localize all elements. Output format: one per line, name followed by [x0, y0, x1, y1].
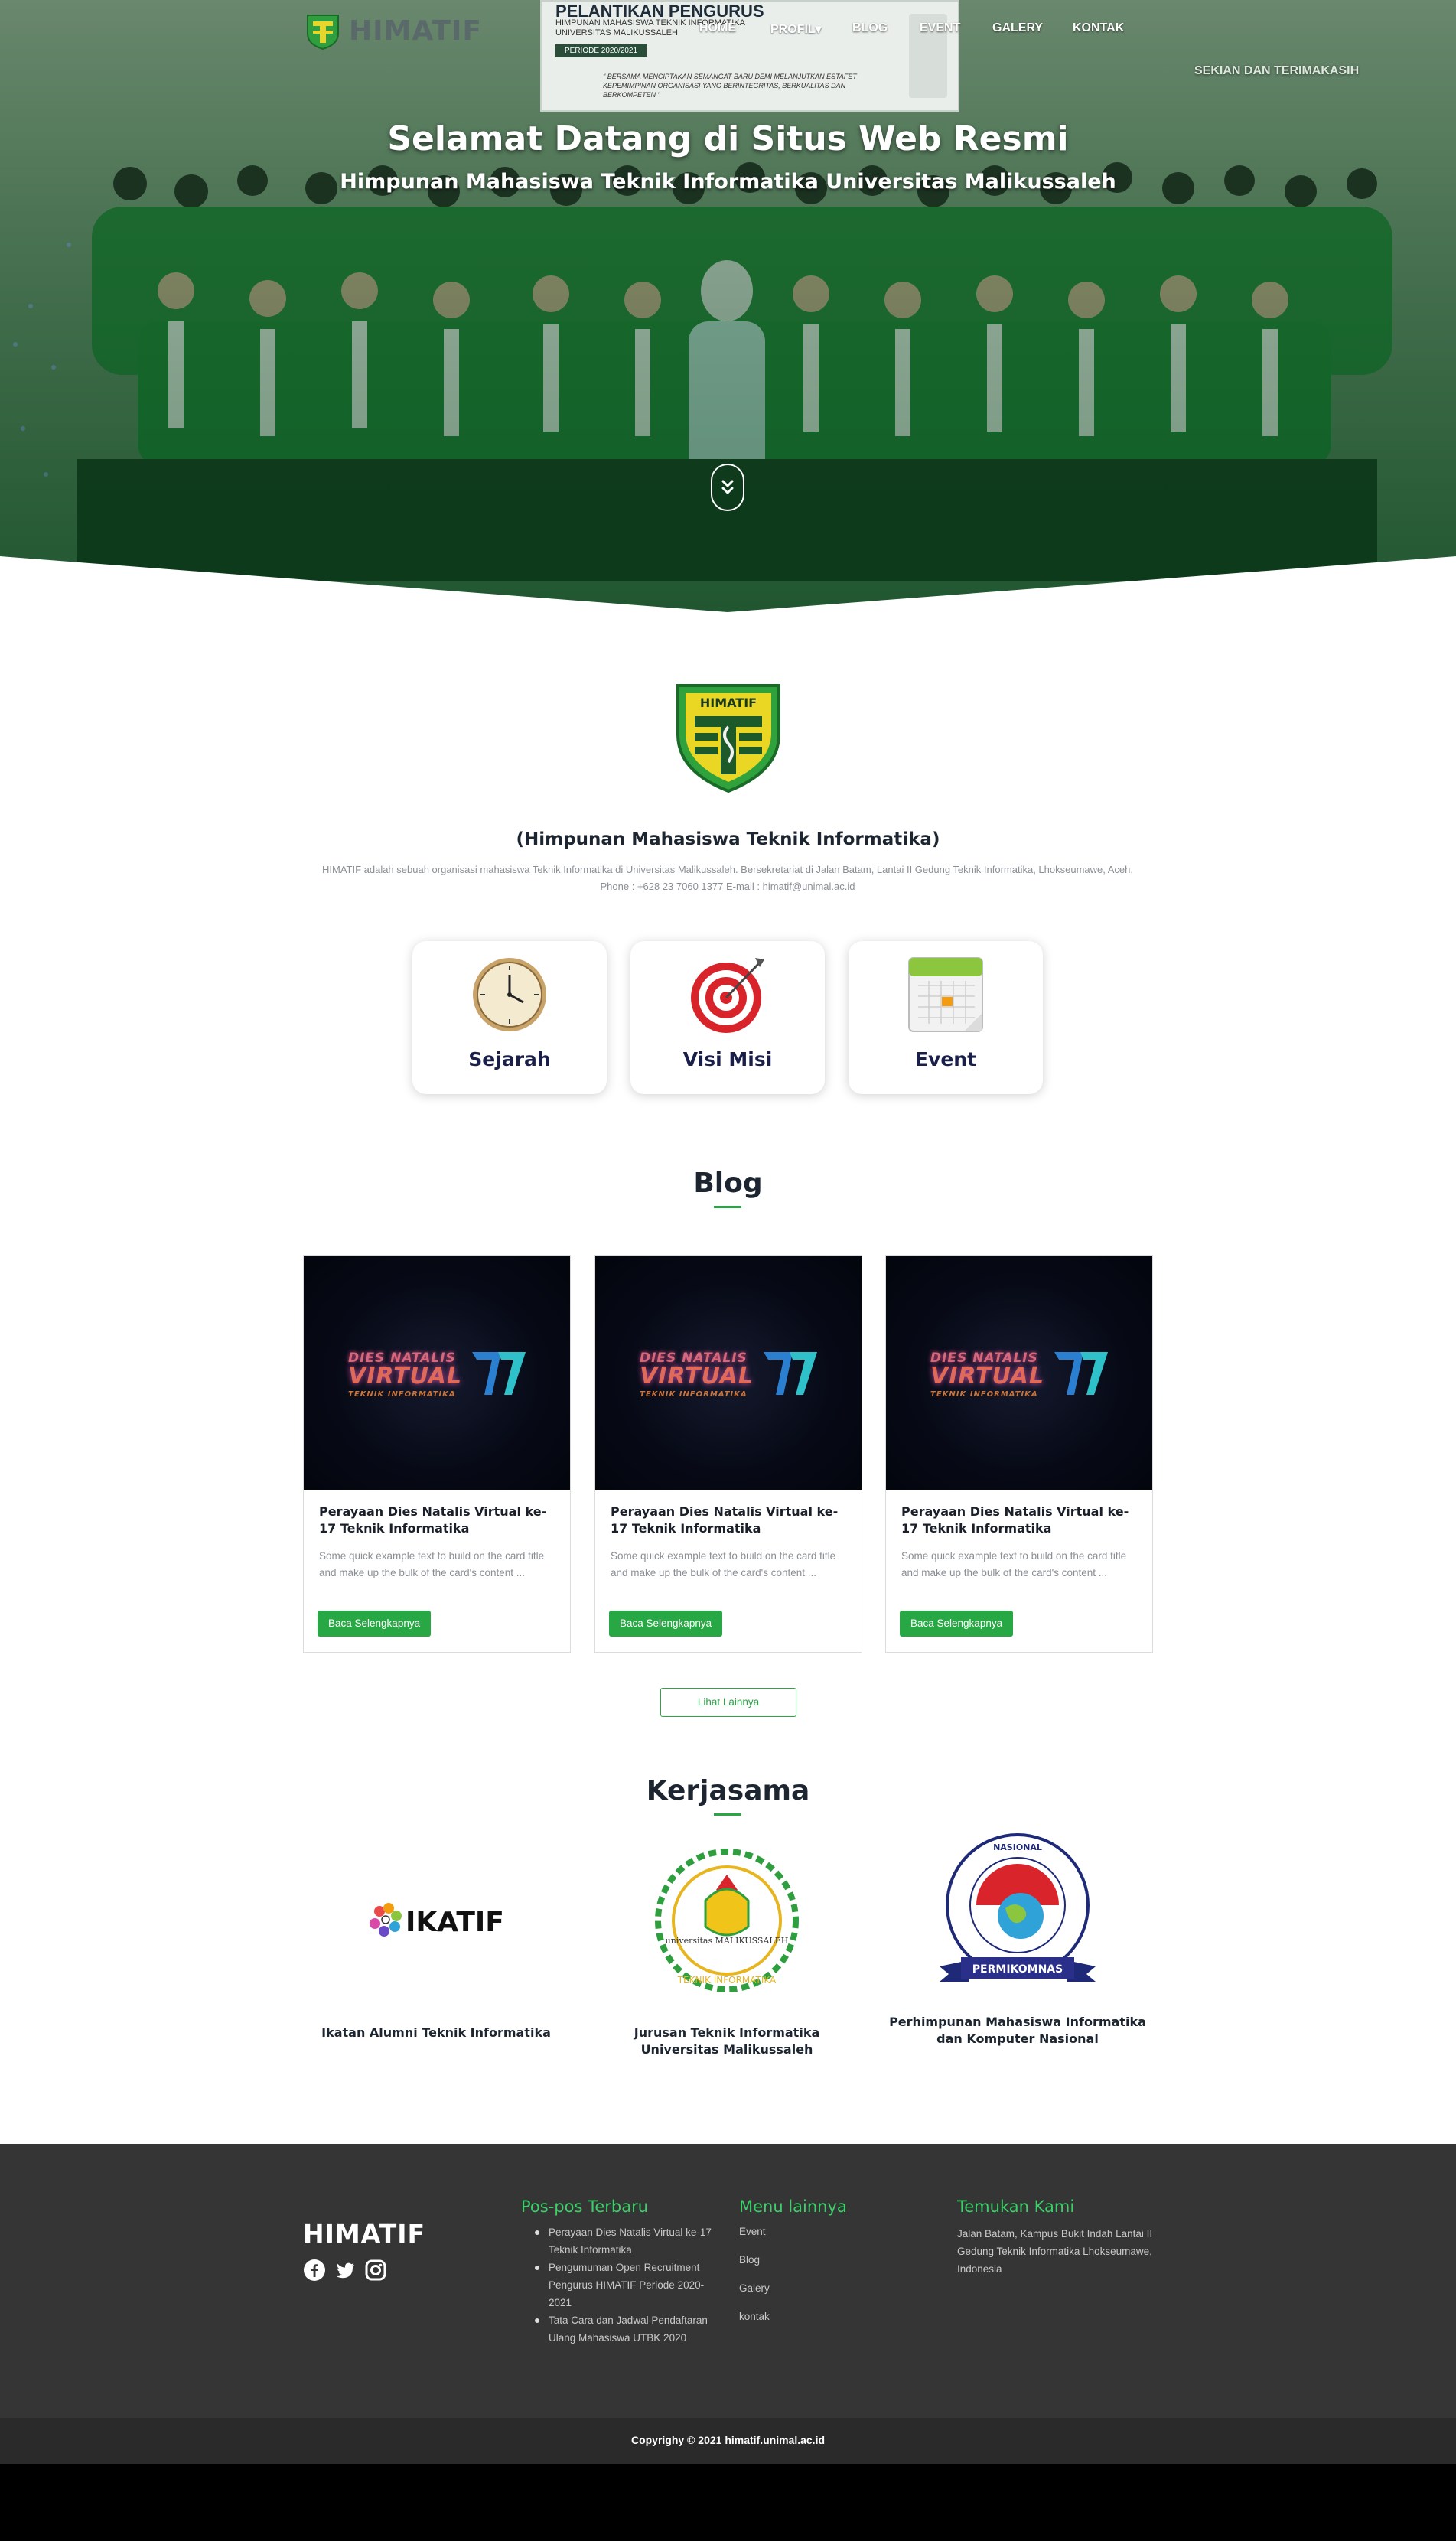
blog-card-thumbnail[interactable]: DIES NATALIS VIRTUAL TEKNIK INFORMATIKA — [304, 1256, 570, 1490]
partner-name-permikomnas: Perhimpunan Mahasiswa Informatika dan Ko… — [889, 2015, 1146, 2046]
blog-card: DIES NATALIS VIRTUAL TEKNIK INFORMATIKA … — [885, 1255, 1153, 1653]
footer-post-item[interactable]: Perayaan Dies Natalis Virtual ke-17 Tekn… — [530, 2223, 714, 2259]
blog-card-text: Some quick example text to build on the … — [611, 1550, 836, 1578]
footer-post-item[interactable]: Tata Cara dan Jadwal Pendaftaran Ulang M… — [530, 2311, 714, 2347]
page: PELANTIKAN PENGURUS HIMPUNAN MAHASISWA T… — [0, 0, 1456, 2464]
banner-period: PERIODE 2020/2021 — [555, 44, 647, 57]
partners-title-underline — [714, 1813, 741, 1816]
footer-posts-title: Pos-pos Terbaru — [521, 2197, 649, 2216]
footer-posts-list: Perayaan Dies Natalis Virtual ke-17 Tekn… — [530, 2223, 714, 2347]
brand-name: HIMATIF — [349, 15, 482, 47]
hero-bottom-curve — [0, 556, 1456, 612]
permikomnas-ring-text: NASIONAL — [993, 1842, 1042, 1852]
footer-contact-title: Temukan Kami — [957, 2197, 1075, 2216]
hero-section: PELANTIKAN PENGURUS HIMPUNAN MAHASISWA T… — [0, 0, 1456, 612]
banner-motto: " BERSAMA MENCIPTAKAN SEMANGAT BARU DEMI… — [603, 73, 857, 99]
footer-brand: HIMATIF — [303, 2219, 426, 2249]
footer-social-links — [303, 2259, 387, 2282]
blog-card-text: Some quick example text to build on the … — [319, 1550, 545, 1578]
partner-name-unimal: Jurusan Teknik Informatika Universitas M… — [634, 2025, 820, 2057]
blog-card-title[interactable]: Perayaan Dies Natalis Virtual ke-17 Tekn… — [901, 1503, 1138, 1537]
read-more-button[interactable]: Baca Selengkapnya — [609, 1611, 723, 1637]
thumb-line3: TEKNIK INFORMATIKA — [930, 1390, 1038, 1399]
footer-address: Jalan Batam, Kampus Bukit Indah Lantai I… — [957, 2228, 1153, 2275]
blog-card-thumbnail[interactable]: DIES NATALIS VIRTUAL TEKNIK INFORMATIKA — [886, 1256, 1152, 1490]
read-more-button[interactable]: Baca Selengkapnya — [900, 1611, 1014, 1637]
about-title: (Himpunan Mahasiswa Teknik Informatika) — [516, 829, 940, 849]
blog-card: DIES NATALIS VIRTUAL TEKNIK INFORMATIKA … — [303, 1255, 571, 1653]
blog-section-title: Blog — [693, 1168, 763, 1199]
thumb-line2: VIRTUAL — [348, 1363, 462, 1389]
scroll-down-button[interactable] — [711, 464, 744, 511]
footer-menu-event[interactable]: Event — [739, 2217, 770, 2246]
nav-blog[interactable]: BLOG — [852, 21, 888, 35]
unimal-logo: universitas MALIKUSSALEH TEKNIK INFORMAT… — [655, 1849, 799, 1992]
ikatif-logo-text: IKATIF — [406, 1907, 504, 1938]
hero-sekian-text: SEKIAN DAN TERIMAKASIH — [1194, 64, 1360, 77]
unimal-logo-text: universitas MALIKUSSALEH — [666, 1936, 789, 1946]
dies-natalis-17-logo — [1054, 1352, 1108, 1395]
instagram-icon[interactable] — [364, 2259, 387, 2282]
blog-title-underline — [714, 1206, 741, 1208]
feature-label-event: Event — [914, 1048, 977, 1070]
footer-menu-kontak[interactable]: kontak — [739, 2302, 770, 2331]
target-icon — [691, 958, 764, 1033]
thumb-line3: TEKNIK INFORMATIKA — [348, 1390, 456, 1399]
event-banner: PELANTIKAN PENGURUS HIMPUNAN MAHASISWA T… — [540, 0, 959, 112]
clock-icon — [473, 958, 546, 1031]
copyright-text: Copyrighy © 2021 himatif.unimal.ac.id — [630, 2434, 826, 2446]
footer — [0, 2144, 1456, 2418]
blog-card-text: Some quick example text to build on the … — [901, 1550, 1127, 1578]
read-more-button[interactable]: Baca Selengkapnya — [318, 1611, 432, 1637]
footer-menu-blog[interactable]: Blog — [739, 2246, 770, 2274]
feature-card-event[interactable]: Event — [849, 941, 1043, 1094]
brand-logo-link[interactable]: HIMATIF — [303, 11, 482, 50]
thumb-line2: VIRTUAL — [640, 1363, 754, 1389]
blog-card-title[interactable]: Perayaan Dies Natalis Virtual ke-17 Tekn… — [611, 1503, 848, 1537]
footer-post-item[interactable]: Pengumuman Open Recruitment Pengurus HIM… — [530, 2259, 714, 2311]
dies-natalis-17-logo — [472, 1352, 526, 1395]
partner-name-ikatif: Ikatan Alumni Teknik Informatika — [321, 2025, 551, 2040]
blog-card-thumbnail[interactable]: DIES NATALIS VIRTUAL TEKNIK INFORMATIKA — [595, 1256, 862, 1490]
himatif-emblem: HIMATIF — [676, 684, 780, 793]
feature-label-visi-misi: Visi Misi — [682, 1048, 773, 1070]
thumb-line3: TEKNIK INFORMATIKA — [640, 1390, 748, 1399]
facebook-icon[interactable] — [303, 2259, 326, 2282]
nav-galery[interactable]: GALERY — [992, 21, 1043, 35]
banner-subtitle: HIMPUNAN MAHASISWA TEKNIK INFORMATIKA UN… — [555, 18, 745, 37]
blog-card-title[interactable]: Perayaan Dies Natalis Virtual ke-17 Tekn… — [319, 1503, 556, 1537]
see-more-button[interactable]: Lihat Lainnya — [660, 1688, 796, 1717]
nav-home[interactable]: HOME — [699, 21, 736, 35]
about-description: HIMATIF adalah sebuah organisasi mahasis… — [321, 864, 1133, 892]
unimal-ring-text: TEKNIK INFORMATIKA — [677, 1975, 777, 1986]
feature-card-sejarah[interactable]: Sejarah — [412, 941, 607, 1094]
footer-menu-list: Event Blog Galery kontak — [739, 2217, 770, 2331]
chevrons-down-icon — [721, 480, 734, 495]
twitter-icon[interactable] — [334, 2259, 357, 2282]
nav-kontak[interactable]: KONTAK — [1073, 21, 1124, 35]
feature-card-visi-misi[interactable]: Visi Misi — [630, 941, 825, 1094]
dies-natalis-17-logo — [764, 1352, 817, 1395]
footer-menu-galery[interactable]: Galery — [739, 2274, 770, 2302]
permikomnas-logo: NASIONAL PERMIKOMNAS — [940, 1833, 1096, 1982]
partners-section-title: Kerjasama — [646, 1775, 810, 1806]
emblem-text: HIMATIF — [700, 696, 757, 710]
blog-card: DIES NATALIS VIRTUAL TEKNIK INFORMATIKA … — [594, 1255, 862, 1653]
calendar-icon — [908, 957, 983, 1032]
nav-event[interactable]: EVENT — [920, 21, 960, 35]
hero-subtitle: Himpunan Mahasiswa Teknik Informatika Un… — [340, 170, 1116, 194]
footer-menu-title: Menu lainnya — [739, 2197, 847, 2216]
feature-label-sejarah: Sejarah — [468, 1048, 551, 1070]
hero-title: Selamat Datang di Situs Web Resmi — [387, 119, 1069, 158]
thumb-line2: VIRTUAL — [930, 1363, 1044, 1389]
nav-profil-dropdown[interactable]: PROFIL▾ — [770, 21, 822, 37]
ikatif-logo: IKATIF — [370, 1903, 504, 1938]
himatif-logo-icon — [307, 15, 339, 50]
permikomnas-logo-text: PERMIKOMNAS — [972, 1963, 1063, 1976]
